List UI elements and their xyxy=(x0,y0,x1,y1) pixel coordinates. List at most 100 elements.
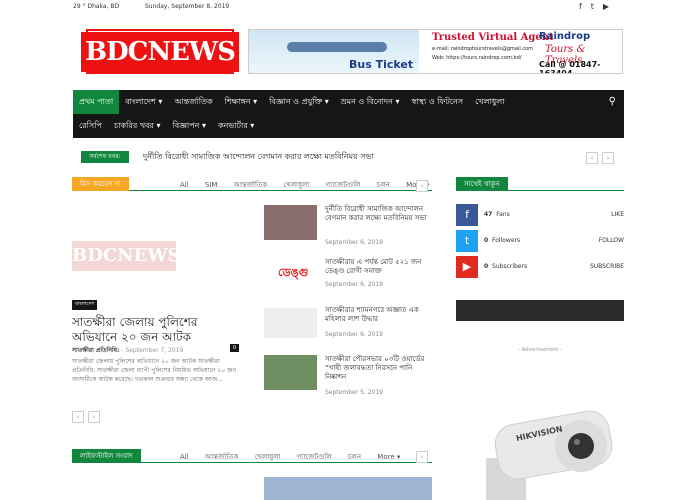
featured-date: - September 7, 2019 xyxy=(121,347,184,354)
section-tabs: All SIM আন্তর্জাতিক খেলাধুলা গ্যাজেটগুলি… xyxy=(180,179,443,191)
nav-item-bangladesh[interactable]: বাংলাদেশ ▾ xyxy=(119,90,168,114)
pagination-prev-button[interactable]: ‹ xyxy=(72,411,84,423)
advertisement-label: - Advertisement - xyxy=(518,347,562,353)
nav-row-1: প্রথম পাতা বাংলাদেশ ▾ আন্তর্জাতিক শিক্ষা… xyxy=(73,90,511,114)
tab-more[interactable]: More ▾ xyxy=(377,453,400,461)
sidebar-title: সাথেই থাকুন xyxy=(456,177,508,191)
sidebar-header: সাথেই থাকুন xyxy=(456,177,624,191)
weather-readout: 29 ° Dhaka, BD xyxy=(73,3,120,10)
current-date: Sunday, September 8, 2019 xyxy=(145,3,230,10)
ticker-prev-button[interactable]: ‹ xyxy=(586,152,598,164)
ticker-headline[interactable]: দুর্নীতি বিরোধী সামাজিক আন্দোলন বেগমান ক… xyxy=(143,151,374,163)
banner-web: Web: https://tours.raindrop.com.bd/ xyxy=(432,55,522,61)
article-thumbnail[interactable] xyxy=(264,205,317,240)
airplane-image xyxy=(287,42,387,52)
youtube-icon: ▶ xyxy=(456,256,478,278)
section-title: মিস করবেন না xyxy=(72,177,129,191)
social-row-youtube[interactable]: ▶ 0 Subscribers SUBSCRIBE xyxy=(456,256,624,278)
section-tabs: All আন্তর্জাতিক খেলাধুলা গ্যাজেটগুলি চলন… xyxy=(180,451,414,463)
top-social-links: ft▶ xyxy=(579,2,618,11)
nav-item-home[interactable]: প্রথম পাতা xyxy=(73,90,120,114)
author-name[interactable]: সাতক্ষীরা প্রতিনিধি: xyxy=(72,347,119,354)
header-banner-ad[interactable]: Bus Ticket Trusted Virtual Agent e-mail:… xyxy=(248,29,623,74)
tab-international[interactable]: আন্তর্জাতিক xyxy=(234,181,267,189)
article-thumbnail[interactable]: ডেঙ্গু xyxy=(264,256,317,291)
pagination-next-button[interactable]: › xyxy=(88,411,100,423)
lens-glint xyxy=(574,439,580,445)
banner-bus-ticket: Bus Ticket xyxy=(349,58,414,71)
tab-movies[interactable]: চলন xyxy=(348,453,361,461)
nav-item-international[interactable]: আন্তর্জাতিক xyxy=(168,90,218,114)
follow-button[interactable]: FOLLOW xyxy=(599,237,624,244)
featured-thumb-logo: BDCNEWS xyxy=(72,241,181,271)
category-badge[interactable]: বাংলাদেশ xyxy=(72,300,98,310)
camera-lens xyxy=(568,433,594,459)
tab-movies[interactable]: চলন xyxy=(377,181,390,189)
section-next-icon[interactable]: › xyxy=(416,180,428,192)
article-title[interactable]: সাতক্ষীরা পৌরসভার ০৩টি ওয়ার্ডের “খাষী জ… xyxy=(325,355,433,382)
tab-all[interactable]: All xyxy=(180,181,189,189)
banner-phone: Call @ 01847-163404 xyxy=(539,60,601,74)
tab-gadgets[interactable]: গ্যাজেটগুলি xyxy=(297,453,332,461)
nav-item-converter[interactable]: কনভার্টার ▾ xyxy=(212,114,260,138)
security-camera-ad-image[interactable]: HIKVISION xyxy=(486,398,616,500)
article-thumbnail[interactable] xyxy=(264,308,317,338)
sidebar-banner-ad[interactable] xyxy=(456,300,624,321)
article-date: September 6, 2019 xyxy=(325,331,383,338)
nav-item-education[interactable]: শিক্ষাঙ্গন ▾ xyxy=(219,90,263,114)
featured-thumbnail[interactable]: BDCNEWS xyxy=(72,205,244,300)
article-thumbnail[interactable] xyxy=(264,355,317,390)
ticker-next-button[interactable]: › xyxy=(602,152,614,164)
nav-item-ads[interactable]: বিজ্ঞাপন ▾ xyxy=(167,114,212,138)
twitter-icon: t xyxy=(456,230,478,252)
nav-item-jobs[interactable]: চাকরির খবর ▾ xyxy=(108,114,167,138)
banner-email: e-mail: raindroptourstravels@gmail.com xyxy=(432,46,534,52)
article-title[interactable]: দুর্নীতি বিরোধী সামাজিক আন্দোলন বেগমান ক… xyxy=(325,205,433,223)
like-button[interactable]: LIKE xyxy=(611,211,624,218)
social-row-facebook[interactable]: f 47 Fans LIKE xyxy=(456,204,624,226)
nav-item-travel[interactable]: ভ্রমন ও বিনোদন ▾ xyxy=(335,90,406,114)
tab-sports[interactable]: খেলাধুলা xyxy=(283,181,309,189)
main-navigation: প্রথম পাতা বাংলাদেশ ▾ আন্তর্জাতিক শিক্ষা… xyxy=(73,90,624,138)
tab-sports[interactable]: খেলাধুলা xyxy=(255,453,281,461)
ticker-label: সর্বশেষ খবর: xyxy=(81,151,129,163)
tab-sim[interactable]: SIM xyxy=(205,181,218,189)
article-title[interactable]: সাতক্ষীরায় এ পর্যন্ত মোট ৫২১ জন ডেঙ্গু … xyxy=(325,258,433,276)
nav-row-2: রেসিপি চাকরির খবর ▾ বিজ্ঞাপন ▾ কনভার্টার… xyxy=(73,114,260,138)
section-header-dont-miss: মিস করবেন না All SIM আন্তর্জাতিক খেলাধুল… xyxy=(72,177,432,191)
youtube-icon[interactable]: ▶ xyxy=(603,2,618,11)
featured-title[interactable]: সাতক্ষীরা জেলায় পুলিশের অভিযানে ২০ জন আ… xyxy=(72,315,244,345)
social-row-twitter[interactable]: t 0 Followers FOLLOW xyxy=(456,230,624,252)
social-count: 0 Followers xyxy=(484,237,521,244)
social-count: 47 Fans xyxy=(484,211,510,218)
nav-item-sports[interactable]: খেলাধুলা xyxy=(469,90,511,114)
section-next-icon[interactable]: › xyxy=(416,451,428,463)
nav-item-science-tech[interactable]: বিজ্ঞান ও প্রযুক্তি ▾ xyxy=(263,90,335,114)
nav-item-recipe[interactable]: রেসিপি xyxy=(73,114,108,138)
news-ticker: সর্বশেষ খবর: দুর্নীতি বিরোধী সামাজিক আন্… xyxy=(73,151,624,165)
site-logo[interactable]: BDCNEWS xyxy=(81,29,239,74)
subscribe-button[interactable]: SUBSCRIBE xyxy=(590,263,624,270)
featured-excerpt: সাতক্ষীরা জেলায় পুলিশের অভিযানে ২০ জন আ… xyxy=(72,358,237,383)
tab-gadgets[interactable]: গ্যাজেটগুলি xyxy=(325,181,360,189)
logo-text: BDCNEWS xyxy=(81,31,239,72)
search-icon[interactable]: ⚲ xyxy=(609,96,616,107)
twitter-icon[interactable]: t xyxy=(591,2,603,11)
comment-count[interactable]: 0 xyxy=(230,344,239,352)
article-date: September 5, 2019 xyxy=(325,389,383,396)
article-date: September 6, 2019 xyxy=(325,281,383,288)
tab-all[interactable]: All xyxy=(180,453,189,461)
tab-international[interactable]: আন্তর্জাতিক xyxy=(205,453,238,461)
featured-author: সাতক্ষীরা প্রতিনিধি: - September 7, 2019 xyxy=(72,345,183,356)
section-title: লাইফস্টাইল সংবাদ xyxy=(72,449,141,463)
section-header-lifestyle: লাইফস্টাইল সংবাদ All আন্তর্জাতিক খেলাধুল… xyxy=(72,449,432,463)
nav-item-health[interactable]: স্বাস্থ্য ও ফিটনেস xyxy=(405,90,469,114)
article-thumbnail[interactable] xyxy=(264,477,432,500)
top-bar: 29 ° Dhaka, BD Sunday, September 8, 2019… xyxy=(0,0,700,14)
article-title[interactable]: সাতক্ষীরার শ্যামনগরে অজ্ঞাত এক মহিলার লা… xyxy=(325,306,433,324)
facebook-icon[interactable]: f xyxy=(579,2,591,11)
banner-brand: Raindrop xyxy=(539,31,591,42)
article-date: September 6, 2019 xyxy=(325,239,383,246)
social-count: 0 Subscribers xyxy=(484,263,528,270)
dengue-thumb-text: ডেঙ্গু xyxy=(278,266,309,279)
